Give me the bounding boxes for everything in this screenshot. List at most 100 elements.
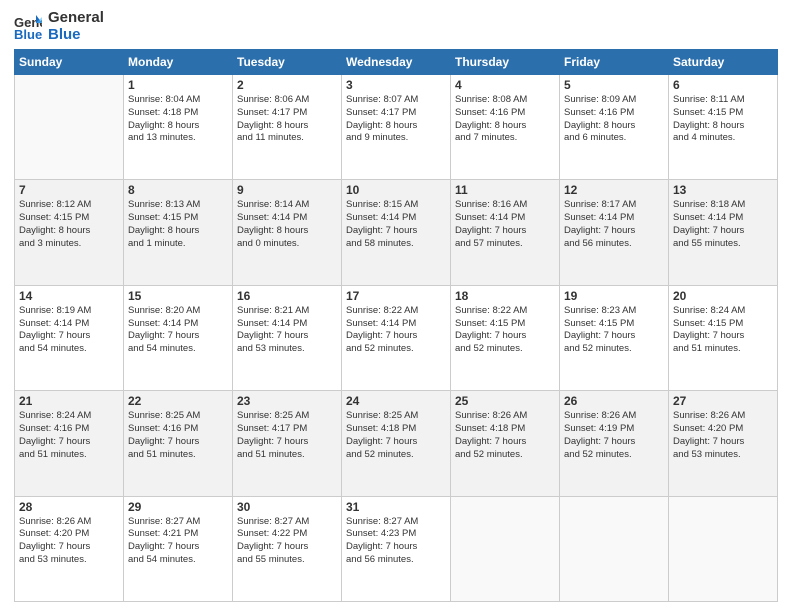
sunrise-label: Sunrise: 8:24 AM <box>19 410 91 421</box>
sunset-label: Sunset: 4:20 PM <box>673 423 743 434</box>
daylight-label: Daylight: 8 hours <box>19 225 90 236</box>
calendar-cell: 31Sunrise: 8:27 AMSunset: 4:23 PMDayligh… <box>342 496 451 601</box>
daylight-label: Daylight: 7 hours <box>237 330 308 341</box>
daylight-minutes: and 53 minutes. <box>673 449 741 460</box>
daylight-label: Daylight: 7 hours <box>237 436 308 447</box>
daylight-label: Daylight: 7 hours <box>19 436 90 447</box>
daylight-label: Daylight: 7 hours <box>237 541 308 552</box>
daylight-label: Daylight: 7 hours <box>564 436 635 447</box>
sunset-label: Sunset: 4:15 PM <box>673 318 743 329</box>
sunset-label: Sunset: 4:23 PM <box>346 528 416 539</box>
calendar-cell: 18 Sunrise: 8:22 AMSunset: 4:15 PMDayligh… <box>451 285 560 390</box>
day-number: 27 <box>673 394 773 408</box>
daylight-label: Daylight: 7 hours <box>19 541 90 552</box>
calendar-cell: 6Sunrise: 8:11 AMSunset: 4:15 PMDaylight… <box>669 75 778 180</box>
sunrise-label: Sunrise: 8:26 AM <box>673 410 745 421</box>
day-info: Sunrise: 8:24 AMSunset: 4:16 PMDaylight:… <box>19 410 119 461</box>
daylight-minutes: and 6 minutes. <box>564 132 626 143</box>
logo-blue: Blue <box>48 27 104 44</box>
day-number: 30 <box>237 500 337 514</box>
logo-icon: General Blue <box>14 13 42 41</box>
daylight-label: Daylight: 7 hours <box>564 225 635 236</box>
daylight-label: Daylight: 8 hours <box>673 120 744 131</box>
day-number: 18 <box>455 289 555 303</box>
calendar-cell: 23Sunrise: 8:25 AMSunset: 4:17 PMDayligh… <box>233 391 342 496</box>
sunrise-label: Sunrise: 8:27 AM <box>128 516 200 527</box>
sunrise-label: Sunrise: 8:25 AM <box>237 410 309 421</box>
weekday-header-tuesday: Tuesday <box>233 50 342 75</box>
sunset-label: Sunset: 4:18 PM <box>346 423 416 434</box>
daylight-minutes: and 13 minutes. <box>128 132 196 143</box>
sunrise-label: Sunrise: 8:26 AM <box>564 410 636 421</box>
day-number: 26 <box>564 394 664 408</box>
sunrise-label: Sunrise: 8:16 AM <box>455 199 527 210</box>
day-number: 25 <box>455 394 555 408</box>
weekday-header-friday: Friday <box>560 50 669 75</box>
calendar-cell: 26 Sunrise: 8:26 AM Sunset: 4:19 PM Dayligh… <box>560 391 669 496</box>
daylight-minutes: and 56 minutes. <box>564 238 632 249</box>
day-info: Sunrise: 8:08 AMSunset: 4:16 PMDaylight:… <box>455 94 555 145</box>
day-info: Sunrise: 8:25 AMSunset: 4:18 PMDaylight:… <box>346 410 446 461</box>
day-info: Sunrise: 8:11 AMSunset: 4:15 PMDaylight:… <box>673 94 773 145</box>
daylight-minutes: and 51 minutes. <box>19 449 87 460</box>
day-info: Sunrise: 8:18 AMSunset: 4:14 PMDaylight:… <box>673 199 773 250</box>
calendar-cell: 4Sunrise: 8:08 AMSunset: 4:16 PMDaylight… <box>451 75 560 180</box>
sunset-label: Sunset: 4:14 PM <box>128 318 198 329</box>
daylight-label: Daylight: 7 hours <box>346 225 417 236</box>
daylight-label: Daylight: 7 hours <box>346 330 417 341</box>
day-info: Sunrise: 8:14 AMSunset: 4:14 PMDaylight:… <box>237 199 337 250</box>
sunset-label: Sunset: 4:15 PM <box>673 107 743 118</box>
day-number: 12 <box>564 183 664 197</box>
day-number: 10 <box>346 183 446 197</box>
sunset-label: Sunset: 4:17 PM <box>346 107 416 118</box>
daylight-label: Daylight: 8 hours <box>128 120 199 131</box>
calendar-week-row: 28Sunrise: 8:26 AMSunset: 4:20 PMDayligh… <box>15 496 778 601</box>
day-number: 21 <box>19 394 119 408</box>
sunset-label: Sunset: 4:19 PM <box>564 423 634 434</box>
calendar-cell: 15Sunrise: 8:20 AMSunset: 4:14 PMDayligh… <box>124 285 233 390</box>
day-number: 11 <box>455 183 555 197</box>
daylight-minutes: and 4 minutes. <box>673 132 735 143</box>
sunset-label: Sunset: 4:18 PM <box>128 107 198 118</box>
daylight-minutes: and 52 minutes. <box>346 449 414 460</box>
sunrise-label: Sunrise: 8:22 AM <box>455 305 527 316</box>
sunrise-label: Sunrise: 8:12 AM <box>19 199 91 210</box>
daylight-label: Daylight: 7 hours <box>128 436 199 447</box>
daylight-minutes: and 51 minutes. <box>673 343 741 354</box>
sunrise-label: Sunrise: 8:21 AM <box>237 305 309 316</box>
sunset-label: Sunset: 4:16 PM <box>564 107 634 118</box>
daylight-label: Daylight: 7 hours <box>19 330 90 341</box>
day-number: 5 <box>564 78 664 92</box>
calendar-cell <box>451 496 560 601</box>
daylight-label: Daylight: 7 hours <box>673 225 744 236</box>
day-number: 17 <box>346 289 446 303</box>
daylight-label: Daylight: 8 hours <box>346 120 417 131</box>
sunrise-label: Sunrise: 8:09 AM <box>564 94 636 105</box>
calendar-cell: 11 Sunrise: 8:16 AM Sunset: 4:14 PM Dayligh… <box>451 180 560 285</box>
daylight-minutes: and 52 minutes. <box>564 343 632 354</box>
calendar-cell: 1Sunrise: 8:04 AMSunset: 4:18 PMDaylight… <box>124 75 233 180</box>
day-info: Sunrise: 8:25 AMSunset: 4:17 PMDaylight:… <box>237 410 337 461</box>
page: General Blue General Blue SundayMondayTu… <box>0 0 792 612</box>
calendar-cell: 13Sunrise: 8:18 AMSunset: 4:14 PMDayligh… <box>669 180 778 285</box>
sunrise-label: Sunrise: 8:25 AM <box>346 410 418 421</box>
sunset-label: Sunset: 4:22 PM <box>237 528 307 539</box>
day-info: Sunrise: 8:27 AMSunset: 4:22 PMDaylight:… <box>237 516 337 567</box>
calendar-cell: 19Sunrise: 8:23 AMSunset: 4:15 PMDayligh… <box>560 285 669 390</box>
day-number: 28 <box>19 500 119 514</box>
calendar-week-row: 21 Sunrise: 8:24 AMSunset: 4:16 PMDayligh… <box>15 391 778 496</box>
daylight-label: Daylight: 7 hours <box>128 541 199 552</box>
daylight-minutes: and 52 minutes. <box>455 449 523 460</box>
sunset-label: Sunset: 4:14 PM <box>455 212 525 223</box>
sunset-label: Sunset: 4:15 PM <box>128 212 198 223</box>
sunset-label: Sunset: 4:17 PM <box>237 107 307 118</box>
day-info: Sunrise: 8:26 AMSunset: 4:20 PMDaylight:… <box>673 410 773 461</box>
calendar-cell: 30 Sunrise: 8:27 AMSunset: 4:22 PMDayligh… <box>233 496 342 601</box>
sunset-label: Sunset: 4:14 PM <box>237 318 307 329</box>
day-info: Sunrise: 8:25 AMSunset: 4:16 PMDaylight:… <box>128 410 228 461</box>
day-info: Sunrise: 8:09 AMSunset: 4:16 PMDaylight:… <box>564 94 664 145</box>
day-info: Sunrise: 8:22 AMSunset: 4:15 PMDaylight:… <box>455 305 555 356</box>
day-info: Sunrise: 8:17 AMSunset: 4:14 PMDaylight:… <box>564 199 664 250</box>
sunset-label: Sunset: 4:20 PM <box>19 528 89 539</box>
daylight-label: Daylight: 7 hours <box>455 225 526 236</box>
